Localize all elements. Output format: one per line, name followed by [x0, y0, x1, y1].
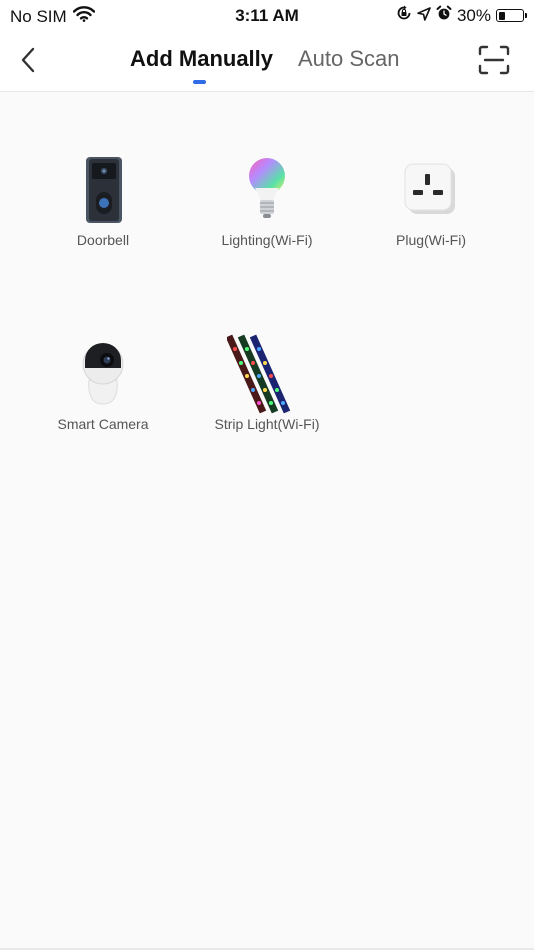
device-label: Lighting(Wi-Fi)	[221, 232, 313, 248]
device-lighting[interactable]: Lighting(Wi-Fi)	[187, 150, 347, 248]
camera-icon	[63, 334, 143, 414]
device-label: Strip Light(Wi-Fi)	[214, 416, 320, 432]
tab-auto-scan[interactable]: Auto Scan	[298, 46, 400, 72]
navigation-bar: Add Manually Auto Scan	[0, 30, 534, 92]
back-button[interactable]	[14, 44, 42, 76]
light-bulb-icon	[227, 150, 307, 230]
doorbell-icon	[63, 150, 143, 230]
location-icon	[417, 6, 431, 26]
device-grid: Doorbell Lighting(Wi-Fi) Plug(Wi-Fi) Sma…	[0, 92, 534, 948]
device-strip-light[interactable]: Strip Light(Wi-Fi)	[187, 334, 347, 432]
plug-icon	[391, 150, 471, 230]
device-label: Doorbell	[76, 232, 130, 248]
tab-add-manually[interactable]: Add Manually	[130, 46, 273, 72]
battery-icon	[496, 9, 527, 22]
rotation-lock-icon	[396, 5, 412, 26]
strip-light-icon	[225, 334, 307, 414]
device-plug[interactable]: Plug(Wi-Fi)	[351, 150, 511, 248]
device-label: Smart Camera	[57, 416, 149, 432]
status-bar: No SIM 3:11 AM 30%	[0, 0, 534, 30]
battery-percent: 30%	[456, 5, 491, 25]
device-label: Plug(Wi-Fi)	[396, 232, 466, 248]
scan-icon	[478, 45, 510, 75]
alarm-icon	[436, 5, 452, 26]
device-doorbell[interactable]: Doorbell	[23, 150, 183, 248]
status-right: 30%	[396, 5, 527, 26]
active-tab-indicator	[193, 80, 206, 84]
battery-level	[498, 11, 506, 20]
device-smart-camera[interactable]: Smart Camera	[23, 334, 183, 432]
chevron-left-icon	[21, 47, 35, 73]
scan-qr-button[interactable]	[478, 45, 510, 75]
